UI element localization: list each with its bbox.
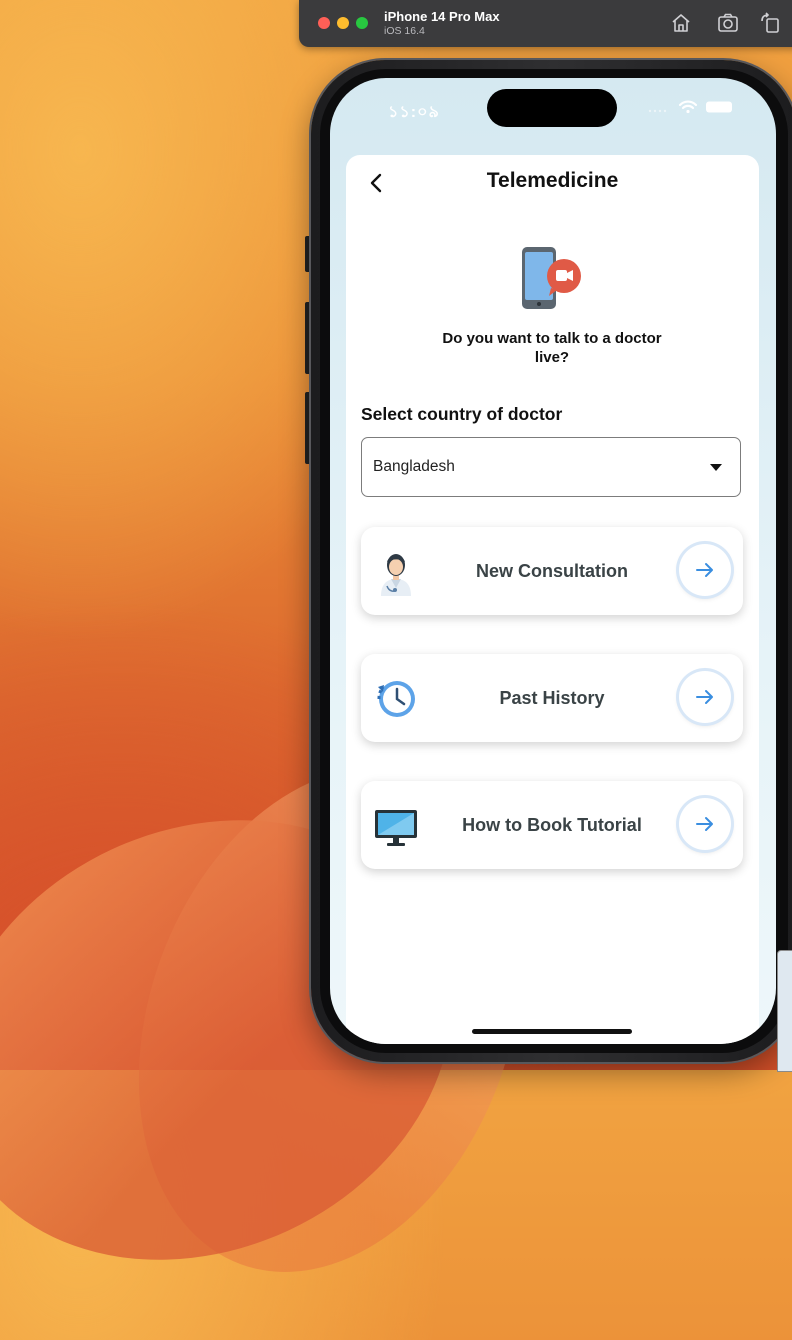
select-country-label: Select country of doctor	[361, 404, 563, 424]
status-time: ১১:০৯	[388, 104, 440, 121]
past-history-button[interactable]: Past History	[361, 654, 743, 742]
os-version: iOS 16.4	[384, 25, 425, 37]
arrow-right-icon[interactable]	[679, 544, 731, 596]
new-consultation-label: New Consultation	[476, 561, 628, 581]
screenshot-icon[interactable]	[716, 11, 740, 35]
home-icon[interactable]	[669, 11, 693, 35]
simulator-toolbar: iPhone 14 Pro Max iOS 16.4	[299, 0, 792, 47]
main-card: Telemedicine Do you want to talk to a do…	[346, 155, 759, 1044]
wifi-icon	[678, 100, 698, 110]
arrow-right-icon[interactable]	[679, 671, 731, 723]
window-peek	[777, 950, 792, 1072]
caret-down-icon	[710, 464, 722, 471]
doctor-icon	[381, 554, 411, 596]
phone-screen: ১১:০৯ Telemedicine Do you want to talk t…	[330, 78, 776, 1044]
how-to-book-tutorial-label: How to Book Tutorial	[462, 815, 642, 835]
close-window-button[interactable]	[318, 17, 330, 29]
arrow-right-icon[interactable]	[679, 798, 731, 850]
minimize-window-button[interactable]	[337, 17, 349, 29]
rotate-icon[interactable]	[758, 11, 782, 35]
device-name: iPhone 14 Pro Max	[384, 9, 500, 24]
dynamic-island	[487, 89, 617, 127]
new-consultation-button[interactable]: New Consultation	[361, 527, 743, 615]
home-indicator[interactable]	[472, 1029, 632, 1034]
history-clock-icon	[377, 681, 415, 717]
hero-question: Do you want to talk to a doctor live?	[442, 330, 662, 366]
monitor-icon	[375, 810, 417, 846]
page-title: Telemedicine	[486, 169, 619, 192]
past-history-label: Past History	[499, 688, 605, 708]
country-dropdown[interactable]: Bangladesh	[361, 437, 741, 497]
how-to-book-tutorial-button[interactable]: How to Book Tutorial	[361, 781, 743, 869]
country-dropdown-value: Bangladesh	[373, 458, 455, 475]
battery-icon	[706, 101, 732, 113]
status-icons	[648, 100, 732, 114]
phone-video-call-icon	[522, 247, 581, 309]
zoom-window-button[interactable]	[356, 17, 368, 29]
